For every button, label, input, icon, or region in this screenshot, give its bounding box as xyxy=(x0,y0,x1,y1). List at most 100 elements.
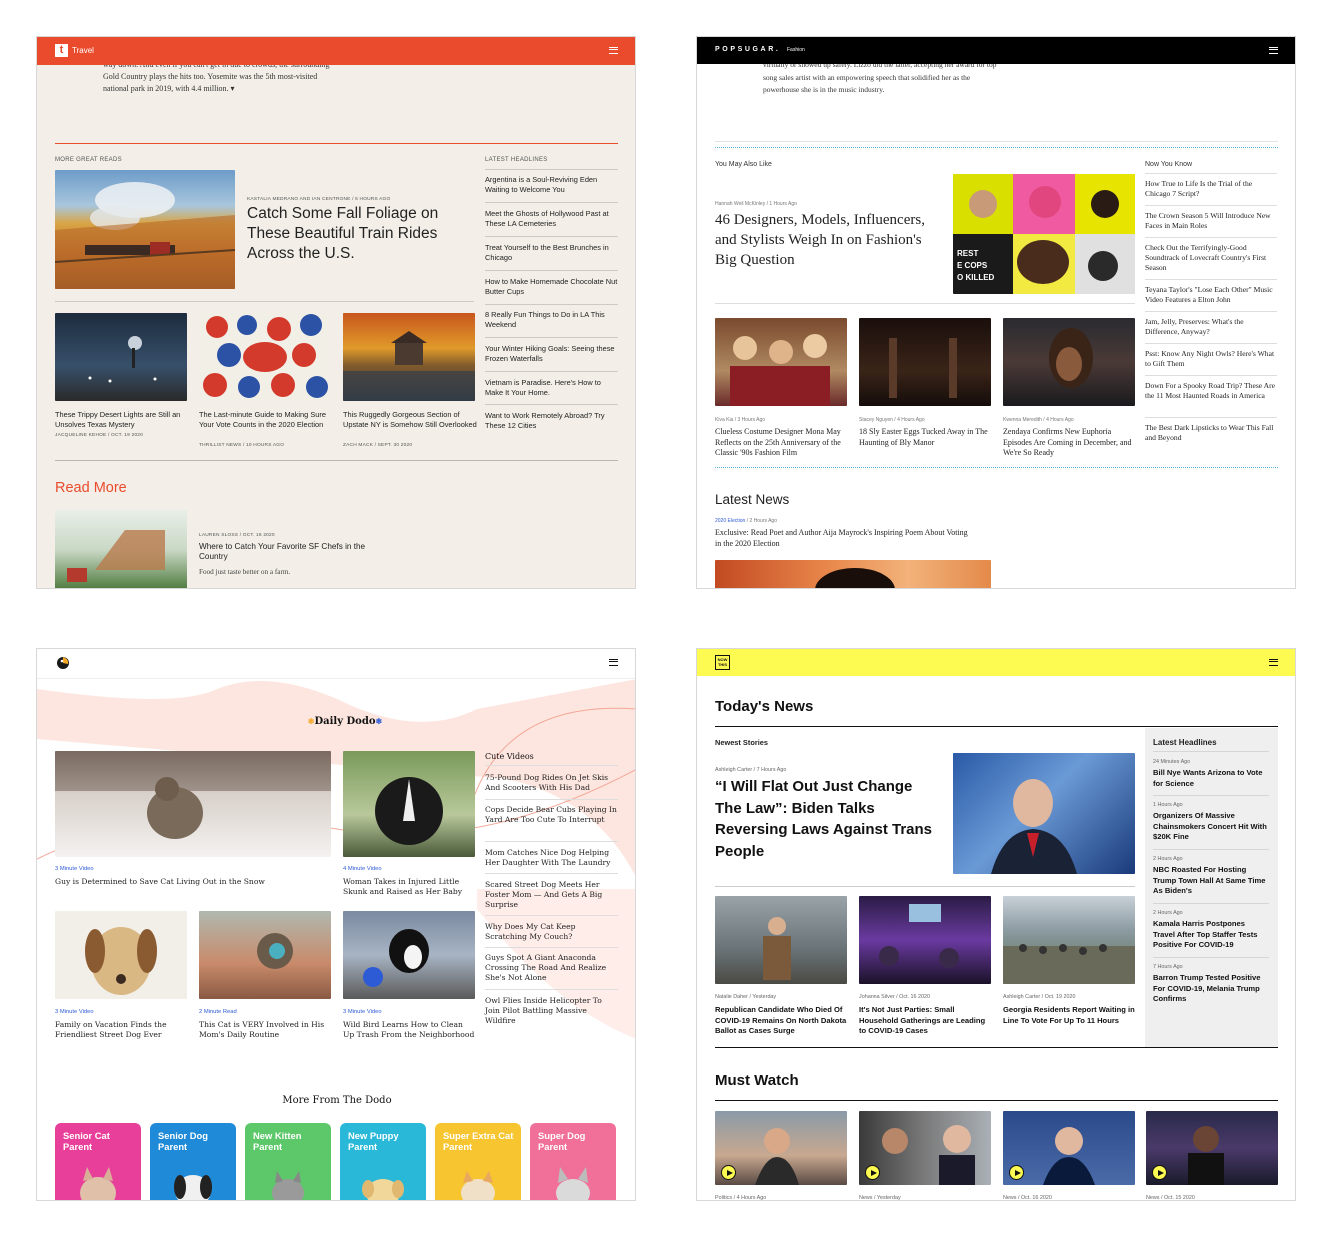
headline-link[interactable]: Want to Work Remotely Abroad? Try These … xyxy=(485,411,618,431)
nyk-link[interactable]: How True to Life Is the Trial of the Chi… xyxy=(1145,179,1277,199)
latest-link[interactable]: Barron Trump Tested Positive For COVID-1… xyxy=(1153,973,1269,1005)
card-title[interactable]: These Trippy Desert Lights are Still an … xyxy=(55,410,187,430)
card-title[interactable]: This Cat is VERY Involved in His Mom's D… xyxy=(199,1020,331,1040)
feature-image-snow-cat[interactable] xyxy=(55,751,331,857)
card-title[interactable]: The Last-minute Guide to Making Sure You… xyxy=(199,410,331,430)
card-meta: 4 Minute Video xyxy=(343,866,382,872)
more-card-new-kitten[interactable]: New Kitten Parent xyxy=(245,1123,331,1200)
card-image-involved-cat[interactable] xyxy=(199,911,331,999)
play-icon[interactable] xyxy=(721,1165,736,1180)
nyk-link[interactable]: Down For a Spooky Road Trip? These Are t… xyxy=(1145,381,1277,401)
read-more-heading[interactable]: Read More xyxy=(55,480,127,496)
more-card-super-dog[interactable]: Super Dog Parent xyxy=(530,1123,616,1200)
play-icon[interactable] xyxy=(865,1165,880,1180)
card-meta: 3 Minute Video xyxy=(55,1009,94,1015)
cute-video-link[interactable]: Why Does My Cat Keep Scratching My Couch… xyxy=(485,922,618,942)
hamburger-icon[interactable] xyxy=(609,659,618,666)
headline-link[interactable]: Argentina is a Soul-Reviving Eden Waitin… xyxy=(485,175,618,195)
popsugar-logo[interactable]: POPSUGAR. xyxy=(715,46,780,53)
dog-illustration xyxy=(556,1167,590,1200)
latest-link[interactable]: NBC Roasted For Hosting Trump Town Hall … xyxy=(1153,865,1269,897)
headline-link[interactable]: Vietnam is Paradise. Here's How to Make … xyxy=(485,378,618,398)
nyk-link[interactable]: Teyana Taylor's "Lose Each Other" Music … xyxy=(1145,285,1277,305)
card-image-desert-lights[interactable] xyxy=(55,313,187,401)
feature-headline[interactable]: Catch Some Fall Foliage on These Beautif… xyxy=(247,204,465,264)
bottom-image-greenhouse[interactable] xyxy=(55,510,187,588)
dodo-bird-icon[interactable] xyxy=(56,656,70,670)
feature-image-designers-collage[interactable]: REST E COPS O KILLED xyxy=(953,174,1135,294)
card-image-bly-manor[interactable] xyxy=(859,318,991,406)
card-image-skunk[interactable] xyxy=(343,751,475,857)
thrillist-logo[interactable]: t xyxy=(55,44,68,57)
latest-image-poet[interactable] xyxy=(715,560,991,588)
card-image-north-dakota[interactable] xyxy=(715,896,847,984)
latest-link[interactable]: Bill Nye Wants Arizona to Vote for Scien… xyxy=(1153,768,1269,789)
feature-image-biden[interactable] xyxy=(953,753,1135,874)
latest-link[interactable]: Kamala Harris Postpones Travel After Top… xyxy=(1153,919,1269,951)
hamburger-icon[interactable] xyxy=(609,47,618,54)
card-image-wild-bird[interactable] xyxy=(343,911,475,999)
cute-video-link[interactable]: Guys Spot A Giant Anaconda Crossing The … xyxy=(485,953,618,983)
card-title[interactable]: This Ruggedly Gorgeous Section of Upstat… xyxy=(343,410,479,430)
feature-headline[interactable]: 46 Designers, Models, Influencers, and S… xyxy=(715,210,935,270)
video-thumb[interactable] xyxy=(859,1111,991,1185)
nyk-link[interactable]: Psst: Know Any Night Owls? Here's What t… xyxy=(1145,349,1277,369)
card-image-euphoria[interactable] xyxy=(1003,318,1135,406)
card-image-gatherings[interactable] xyxy=(859,896,991,984)
more-card-senior-cat[interactable]: Senior Cat Parent xyxy=(55,1123,141,1200)
card-image-street-dog[interactable] xyxy=(55,911,187,999)
card-title[interactable]: Zendaya Confirms New Euphoria Episodes A… xyxy=(1003,427,1137,459)
card-title[interactable]: Family on Vacation Finds the Friendliest… xyxy=(55,1020,187,1040)
headline-link[interactable]: 8 Really Fun Things to Do in LA This Wee… xyxy=(485,310,618,330)
more-card-label: Senior Dog Parent xyxy=(158,1130,209,1152)
more-card-senior-dog[interactable]: Senior Dog Parent xyxy=(150,1123,236,1200)
card-image-upstate-ny[interactable] xyxy=(343,313,475,401)
nyk-link[interactable]: Jam, Jelly, Preserves: What's the Differ… xyxy=(1145,317,1277,337)
video-thumb[interactable] xyxy=(715,1111,847,1185)
card-title[interactable]: Woman Takes in Injured Little Skunk and … xyxy=(343,877,477,897)
cute-video-link[interactable]: Mom Catches Nice Dog Helping Her Daughte… xyxy=(485,848,618,868)
card-title[interactable]: It's Not Just Parties: Small Household G… xyxy=(859,1005,991,1037)
video-thumb[interactable] xyxy=(1003,1111,1135,1185)
hamburger-icon[interactable] xyxy=(1269,659,1278,666)
card-title[interactable]: Clueless Costume Designer Mona May Refle… xyxy=(715,427,851,459)
nyk-link[interactable]: The Crown Season 5 Will Introduce New Fa… xyxy=(1145,211,1277,231)
headline-link[interactable]: Your Winter Hiking Goals: Seeing these F… xyxy=(485,344,618,364)
card-image-georgia-voters[interactable] xyxy=(1003,896,1135,984)
video-thumb[interactable] xyxy=(1146,1111,1278,1185)
bottom-meta: LAUREN SLOSS / OCT. 16 2020 xyxy=(199,533,275,538)
latest-meta: 2020 Election / 2 Hours Ago xyxy=(715,518,777,524)
latest-tag-link[interactable]: 2020 Election xyxy=(715,518,745,524)
feature-headline[interactable]: Guy is Determined to Save Cat Living Out… xyxy=(55,877,315,887)
headline-link[interactable]: Treat Yourself to the Best Brunches in C… xyxy=(485,243,618,263)
cute-video-link[interactable]: Scared Street Dog Meets Her Foster Mom —… xyxy=(485,880,618,910)
card-title[interactable]: Wild Bird Learns How to Clean Up Trash F… xyxy=(343,1020,475,1040)
more-card-super-extra-cat[interactable]: Super Extra Cat Parent xyxy=(435,1123,521,1200)
headline-link[interactable]: Meet the Ghosts of Hollywood Past at The… xyxy=(485,209,618,229)
card-title[interactable]: Republican Candidate Who Died Of COVID-1… xyxy=(715,1005,851,1037)
bottom-headline[interactable]: Where to Catch Your Favorite SF Chefs in… xyxy=(199,542,389,562)
cute-video-link[interactable]: Cops Decide Bear Cubs Playing In Yard Ar… xyxy=(485,805,618,825)
latest-headline[interactable]: Exclusive: Read Poet and Author Aija May… xyxy=(715,528,975,549)
nyk-link[interactable]: Check Out the Terrifyingly-Good Soundtra… xyxy=(1145,243,1277,274)
feature-image-train[interactable] xyxy=(55,170,235,289)
nyk-link[interactable]: The Best Dark Lipsticks to Wear This Fal… xyxy=(1145,423,1277,443)
section-label[interactable]: Travel xyxy=(72,46,94,55)
card-title[interactable]: 18 Sly Easter Eggs Tucked Away in The Ha… xyxy=(859,427,991,448)
hamburger-icon[interactable] xyxy=(1269,47,1278,54)
nowthis-logo[interactable]: NOW THIS xyxy=(715,655,730,670)
cute-video-link[interactable]: Owl Flies Inside Helicopter To Join Pilo… xyxy=(485,996,618,1026)
section-label[interactable]: Fashion xyxy=(787,47,805,53)
headline-link[interactable]: How to Make Homemade Chocolate Nut Butte… xyxy=(485,277,618,297)
svg-text:REST: REST xyxy=(957,249,978,258)
play-icon[interactable] xyxy=(1152,1165,1167,1180)
more-card-new-puppy[interactable]: New Puppy Parent xyxy=(340,1123,426,1200)
headline-rule xyxy=(485,236,618,237)
feature-headline[interactable]: “I Will Flat Out Just Change The Law”: B… xyxy=(715,776,941,862)
cute-video-link[interactable]: 75-Pound Dog Rides On Jet Skis And Scoot… xyxy=(485,773,618,793)
card-title[interactable]: Georgia Residents Report Waiting in Line… xyxy=(1003,1005,1137,1026)
latest-link[interactable]: Organizers Of Massive Chainsmokers Conce… xyxy=(1153,811,1269,843)
card-image-clueless[interactable] xyxy=(715,318,847,406)
card-image-vote-stickers[interactable] xyxy=(199,313,331,401)
play-icon[interactable] xyxy=(1009,1165,1024,1180)
